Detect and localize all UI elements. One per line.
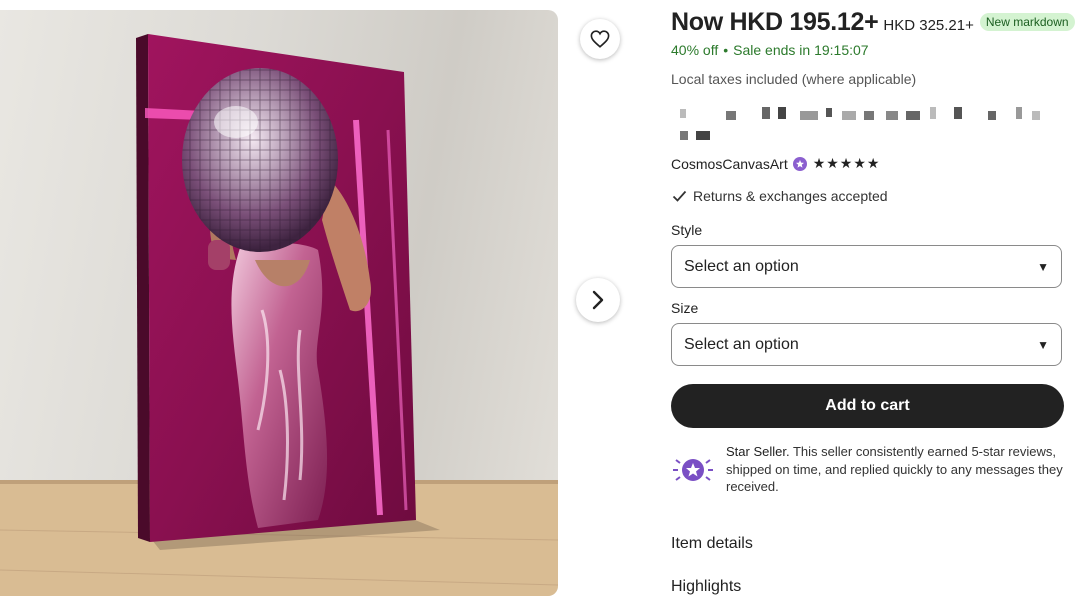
sale-countdown: Sale ends in 19:15:07 (733, 42, 869, 58)
next-image-button[interactable] (576, 278, 620, 322)
rating-stars[interactable]: ★★★★★ (813, 155, 881, 172)
returns-text: Returns & exchanges accepted (693, 188, 888, 204)
item-details-section[interactable]: Item details (671, 535, 753, 553)
sale-line: 40% off • Sale ends in 19:15:07 (671, 42, 869, 58)
highlights-section[interactable]: Highlights (671, 578, 741, 596)
returns-row: Returns & exchanges accepted (672, 188, 888, 204)
check-icon (672, 190, 687, 202)
verified-badge-icon (792, 156, 807, 171)
style-select[interactable]: Select an option ▼ (671, 245, 1062, 288)
style-label: Style (671, 222, 703, 238)
add-to-cart-button[interactable]: Add to cart (671, 384, 1064, 428)
size-select-value: Select an option (684, 335, 799, 353)
chevron-right-icon (592, 290, 604, 310)
caret-down-icon: ▼ (1037, 259, 1049, 274)
heart-icon (590, 30, 610, 48)
star-seller-icon (673, 459, 713, 481)
blurred-product-title (680, 105, 1060, 145)
price-row: Now HKD 195.12+ HKD 325.21+ New markdown (671, 8, 1075, 37)
seller-name[interactable]: CosmosCanvasArt (671, 156, 788, 172)
size-label: Size (671, 300, 699, 316)
markdown-badge: New markdown (979, 13, 1075, 31)
taxes-note: Local taxes included (where applicable) (671, 71, 917, 87)
canvas-print-illustration (0, 34, 558, 596)
discount-text: 40% off (671, 42, 719, 58)
current-price: Now HKD 195.12+ (671, 8, 879, 36)
product-image[interactable] (0, 10, 558, 596)
size-select[interactable]: Select an option ▼ (671, 323, 1062, 366)
caret-down-icon: ▼ (1037, 337, 1049, 352)
star-seller-text: Star Seller. This seller consistently ea… (726, 443, 1066, 496)
original-price: HKD 325.21+ (883, 17, 974, 34)
style-select-value: Select an option (684, 257, 799, 275)
favorite-button[interactable] (580, 19, 620, 59)
seller-row: CosmosCanvasArt ★★★★★ (671, 155, 880, 172)
star-seller-title: Star Seller. (726, 444, 790, 459)
